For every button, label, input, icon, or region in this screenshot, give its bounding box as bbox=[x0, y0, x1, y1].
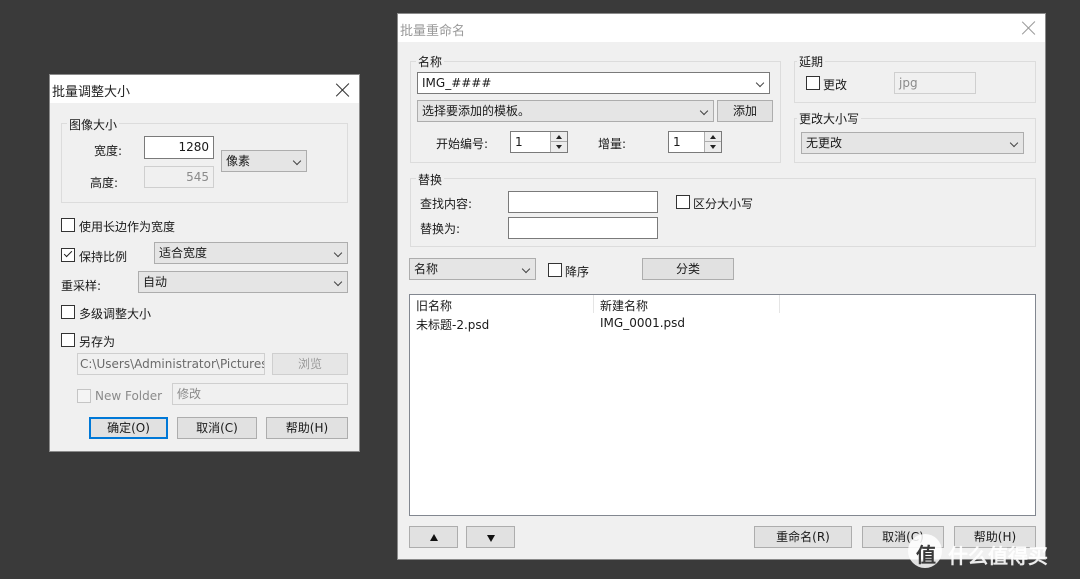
replace-label: 替换为: bbox=[420, 222, 461, 236]
case-group-label: 更改大小写 bbox=[797, 110, 862, 127]
chevron-down-icon bbox=[1009, 138, 1019, 148]
file-list[interactable]: 旧名称 新建名称 未标题-2.psd IMG_0001.psd bbox=[409, 294, 1036, 516]
close-icon[interactable] bbox=[336, 83, 350, 97]
descending-checkbox[interactable] bbox=[548, 263, 562, 277]
browse-button: 浏览 bbox=[272, 353, 348, 375]
descending-label: 降序 bbox=[565, 265, 590, 279]
save-as-checkbox[interactable] bbox=[61, 333, 75, 347]
batch-resize-dialog: 批量调整大小 图像大小 宽度: 1280 像素 高度: 545 使用长边作为宽度… bbox=[49, 74, 360, 452]
unit-select-value: 像素 bbox=[226, 154, 251, 168]
rename-button[interactable]: 重命名(R) bbox=[754, 526, 852, 548]
keep-ratio-mode-value: 适合宽度 bbox=[159, 246, 208, 260]
extension-change-label: 更改 bbox=[823, 78, 848, 92]
chevron-down-icon bbox=[699, 106, 709, 116]
case-sensitive-label: 区分大小写 bbox=[693, 197, 754, 211]
spin-up-icon[interactable] bbox=[705, 132, 721, 142]
find-input[interactable] bbox=[508, 191, 658, 213]
chevron-down-icon bbox=[521, 264, 531, 274]
column-header-new-name[interactable]: 新建名称 bbox=[600, 297, 648, 314]
extension-input: jpg bbox=[894, 72, 976, 94]
ok-button[interactable]: 确定(O) bbox=[89, 417, 168, 439]
name-pattern-input[interactable]: IMG_#### bbox=[417, 72, 770, 94]
start-number-spinner[interactable]: 1 bbox=[510, 131, 568, 153]
replace-input[interactable] bbox=[508, 217, 658, 239]
extension-change-checkbox[interactable] bbox=[806, 76, 820, 90]
name-pattern-value: IMG_#### bbox=[422, 76, 492, 90]
watermark-glyph: 值 bbox=[916, 543, 936, 567]
height-input: 545 bbox=[144, 166, 214, 188]
width-input[interactable]: 1280 bbox=[144, 136, 214, 159]
chevron-down-icon bbox=[333, 248, 343, 258]
resample-select[interactable]: 自动 bbox=[138, 271, 348, 293]
template-select-value: 选择要添加的模板。 bbox=[422, 104, 531, 118]
multi-level-label: 多级调整大小 bbox=[79, 307, 152, 321]
multi-level-checkbox[interactable] bbox=[61, 305, 75, 319]
sort-button[interactable]: 分类 bbox=[642, 258, 734, 280]
triangle-up-icon bbox=[429, 534, 438, 541]
column-divider bbox=[779, 295, 780, 313]
keep-ratio-mode-select[interactable]: 适合宽度 bbox=[154, 242, 348, 264]
template-select[interactable]: 选择要添加的模板。 bbox=[417, 100, 714, 122]
keep-ratio-label: 保持比例 bbox=[79, 250, 128, 264]
keep-ratio-checkbox[interactable] bbox=[61, 248, 75, 262]
resize-dialog-title: 批量调整大小 bbox=[52, 85, 131, 100]
add-template-button[interactable]: 添加 bbox=[717, 100, 773, 122]
save-as-label: 另存为 bbox=[79, 335, 116, 349]
height-label: 高度: bbox=[90, 176, 119, 190]
chevron-down-icon bbox=[333, 277, 343, 287]
resample-label: 重采样: bbox=[61, 279, 102, 293]
replace-group bbox=[410, 178, 1036, 247]
resize-titlebar: 批量调整大小 bbox=[50, 75, 359, 103]
start-number-label: 开始编号: bbox=[436, 137, 489, 151]
table-row-old-name[interactable]: 未标题-2.psd bbox=[416, 316, 489, 333]
rename-titlebar: 批量重命名 bbox=[398, 14, 1045, 42]
save-path-input: C:\Users\Administrator\Pictures\20 bbox=[77, 353, 265, 375]
increment-label: 增量: bbox=[598, 137, 627, 151]
increment-value: 1 bbox=[673, 135, 681, 149]
watermark-logo-icon: 值 bbox=[908, 534, 942, 568]
rename-dialog-title: 批量重命名 bbox=[400, 24, 466, 39]
chevron-down-icon bbox=[755, 78, 765, 88]
close-icon[interactable] bbox=[1022, 21, 1036, 35]
new-folder-input: 修改 bbox=[172, 383, 348, 405]
help-button[interactable]: 帮助(H) bbox=[266, 417, 348, 439]
column-divider bbox=[593, 295, 594, 313]
case-sensitive-checkbox[interactable] bbox=[676, 195, 690, 209]
move-up-button[interactable] bbox=[409, 526, 458, 548]
increment-spinner[interactable]: 1 bbox=[668, 131, 722, 153]
image-size-group-label: 图像大小 bbox=[67, 116, 120, 133]
move-down-button[interactable] bbox=[466, 526, 515, 548]
batch-rename-dialog: 批量重命名 名称 IMG_#### 选择要添加的模板。 添加 开始编号: 1 增… bbox=[397, 13, 1046, 560]
sort-field-value: 名称 bbox=[414, 262, 439, 276]
spin-down-icon[interactable] bbox=[551, 142, 567, 152]
name-group-label: 名称 bbox=[416, 53, 445, 70]
use-long-side-checkbox[interactable] bbox=[61, 218, 75, 232]
resample-value: 自动 bbox=[143, 275, 168, 289]
extension-group-label: 延期 bbox=[797, 53, 826, 70]
chevron-down-icon bbox=[292, 156, 302, 166]
find-label: 查找内容: bbox=[420, 197, 473, 211]
spin-up-icon[interactable] bbox=[551, 132, 567, 142]
new-folder-label: New Folder bbox=[95, 389, 163, 403]
case-select-value: 无更改 bbox=[806, 136, 843, 150]
sort-field-select[interactable]: 名称 bbox=[409, 258, 536, 280]
new-folder-checkbox bbox=[77, 389, 91, 403]
unit-select[interactable]: 像素 bbox=[221, 150, 307, 172]
triangle-down-icon bbox=[486, 535, 495, 542]
column-header-old-name[interactable]: 旧名称 bbox=[416, 297, 452, 314]
cancel-button[interactable]: 取消(C) bbox=[177, 417, 257, 439]
width-label: 宽度: bbox=[94, 144, 123, 158]
watermark-text: 什么值得买 bbox=[948, 544, 1048, 568]
spin-down-icon[interactable] bbox=[705, 142, 721, 152]
case-select[interactable]: 无更改 bbox=[801, 132, 1024, 154]
start-number-value: 1 bbox=[515, 135, 523, 149]
use-long-side-label: 使用长边作为宽度 bbox=[79, 220, 176, 234]
replace-group-label: 替换 bbox=[416, 171, 445, 188]
checkmark-icon bbox=[63, 248, 73, 258]
table-row-new-name[interactable]: IMG_0001.psd bbox=[600, 316, 685, 330]
